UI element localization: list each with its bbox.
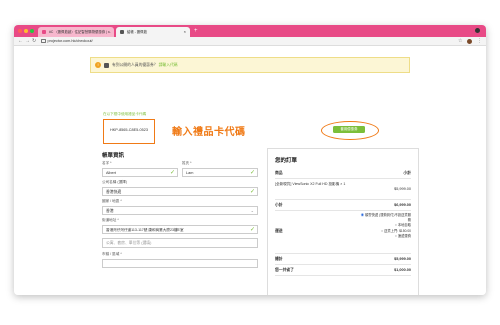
savings-value: $1,000.00 [394, 268, 411, 272]
browser-window: #C 〈蕭佩茹創〉住記智慧購物優惠券 | ... × 結帳 - 蕭佩茹 × + … [14, 25, 486, 295]
tab-checkout[interactable]: 結帳 - 蕭佩茹 × [116, 27, 190, 37]
city-field[interactable] [102, 259, 258, 268]
item-name: [全新現貨] ViewSonic X2 Full HD 投影機 × 1 [275, 182, 346, 186]
divider [275, 275, 411, 276]
enter-code-link[interactable]: 請輸入代碼 [159, 63, 178, 67]
divider [275, 210, 411, 211]
address2-placeholder: 公寓、套房、單位等 (選填) [106, 241, 152, 245]
tab-bar: #C 〈蕭佩茹創〉住記智慧購物優惠券 | ... × 結帳 - 蕭佩茹 × + [14, 25, 486, 37]
profile-menu-icon[interactable] [475, 28, 480, 33]
country-value: 香港 [106, 209, 114, 213]
first-name-label: 名字 * [102, 161, 112, 165]
apply-coupon-button[interactable]: 套用優惠券 [333, 126, 365, 133]
valid-check-icon: ✓ [250, 188, 256, 195]
subtotal-col-header: 小計 [403, 171, 411, 175]
shipping-label: 運送 [275, 229, 283, 233]
url-field[interactable]: projector.com.hk/checkout/ [41, 38, 451, 45]
address-bar-row: ← → ↻ projector.com.hk/checkout/ ☆ ⋮ [14, 37, 486, 46]
coupon-notice: ! 有到公開的人員的優惠券？ 請輸入代碼 [90, 57, 410, 73]
first-name-field[interactable]: Albert [102, 168, 178, 177]
last-name-value: Lam [186, 171, 194, 175]
valid-check-icon: ✓ [250, 169, 256, 176]
total-row: 總計 $5,999.00 [275, 257, 411, 262]
checkout-card: ! 有到公開的人員的優惠券？ 請輸入代碼 在以下框中使用禮品卡代碼 HKP-85… [82, 46, 419, 295]
order-title: 您的訂單 [275, 158, 298, 164]
country-select[interactable]: 香港 ⌄ [102, 206, 258, 215]
chevron-down-icon: ⌄ [250, 208, 254, 213]
divider [275, 178, 411, 179]
coupon-code-input[interactable]: HKP-8565-C8E5-0523 [103, 119, 155, 144]
radio-icon: ○ [381, 228, 384, 233]
savings-row: 您一共省了 $1,000.00 [275, 268, 411, 273]
subtotal-row: 小計 $6,999.00 [275, 203, 411, 208]
address2-field[interactable]: 公寓、套房、單位等 (選填) [102, 238, 258, 248]
menu-icon[interactable]: ⋮ [477, 37, 482, 46]
total-value: $5,999.00 [394, 257, 411, 261]
close-tab-icon[interactable]: × [184, 27, 186, 37]
product-col-header: 商品 [275, 171, 283, 175]
billing-title: 帳單資訊 [102, 153, 125, 159]
shipping-option[interactable]: ○ 速遞運費 [360, 234, 411, 239]
total-label: 總計 [275, 257, 283, 261]
last-name-field[interactable]: Lam [182, 168, 258, 177]
back-icon[interactable]: ← [18, 37, 23, 46]
divider [275, 253, 411, 254]
shipping-option-label: 本地自取 [397, 223, 411, 228]
gift-icon [104, 62, 109, 68]
radio-selected-icon: ◉ [360, 213, 365, 217]
city-label: 市鎮 / 區域 * [102, 252, 122, 256]
coupon-callout: 輸入禮品卡代碼 [172, 127, 246, 138]
company-field[interactable]: 香港快遞 [102, 187, 258, 196]
shipping-option[interactable]: ◉ 順豐快遞 (運費到付)不設送貨服務 [360, 213, 411, 223]
new-tab-button[interactable]: + [194, 25, 198, 37]
radio-icon: ○ [394, 223, 397, 228]
divider [275, 199, 411, 200]
valid-check-icon: ✓ [170, 169, 176, 176]
savings-label: 您一共省了 [275, 268, 294, 272]
url-text: projector.com.hk/checkout/ [47, 39, 93, 43]
company-value: 香港快遞 [106, 190, 122, 194]
info-icon: ! [95, 62, 101, 68]
subtotal-value: $6,999.00 [394, 203, 411, 207]
country-label: 國家 / 地區 * [102, 199, 122, 203]
lock-icon [41, 38, 46, 44]
tab-label: 結帳 - 蕭佩茹 [127, 30, 147, 34]
first-name-value: Albert [106, 171, 116, 175]
tab-label: #C 〈蕭佩茹創〉住記智慧購物優惠券 | ... [49, 30, 111, 34]
address-value: 香港灣仔灣仔道113-117號 康和商業大廈23樓E室 [106, 228, 184, 232]
subtotal-label: 小計 [275, 203, 283, 207]
shipping-options: ◉ 順豐快遞 (運費到付)不設送貨服務 ○ 本地自取 ○ 送貨上門: $150.… [360, 213, 411, 239]
shipping-row: 運送 ◉ 順豐快遞 (運費到付)不設送貨服務 ○ 本地自取 ○ 送貨上門: $1… [275, 213, 411, 251]
reload-icon[interactable]: ↻ [32, 37, 36, 46]
forward-icon[interactable]: → [25, 37, 30, 46]
address-label: 街道地址 * [102, 218, 119, 222]
close-tab-icon[interactable]: × [108, 27, 110, 37]
shipping-option-label: 送貨上門: $150.00 [384, 228, 411, 233]
site-favicon-icon [120, 30, 124, 34]
radio-icon: ○ [394, 233, 397, 238]
order-summary: 您的訂單 商品 小計 [全新現貨] ViewSonic X2 Full HD 投… [267, 148, 419, 295]
valid-check-icon: ✓ [250, 226, 256, 233]
extension-icon[interactable] [467, 39, 472, 44]
maximize-window-icon[interactable] [30, 29, 34, 33]
address-field[interactable]: 香港灣仔灣仔道113-117號 康和商業大廈23樓E室 [102, 225, 258, 234]
item-price: $5,999.00 [394, 187, 411, 191]
close-window-icon[interactable] [18, 29, 22, 33]
bookmark-star-icon[interactable]: ☆ [458, 37, 462, 46]
company-label: 公司名稱 (選擇) [102, 180, 127, 184]
order-header-row: 商品 小計 [275, 171, 411, 176]
shipping-option-label: 順豐快遞 (運費到付)不設送貨服務 [365, 213, 411, 223]
shipping-option-label: 速遞運費 [397, 233, 411, 238]
page-content: ! 有到公開的人員的優惠券？ 請輸入代碼 在以下框中使用禮品卡代碼 HKP-85… [14, 46, 486, 295]
site-favicon-icon [42, 30, 46, 34]
notice-text: 有到公開的人員的優惠券？ [112, 63, 158, 67]
tab-coupon-page[interactable]: #C 〈蕭佩茹創〉住記智慧購物優惠券 | ... × [38, 27, 114, 37]
last-name-label: 姓氏 * [182, 161, 192, 165]
coupon-prompt: 在以下框中使用禮品卡代碼 [103, 112, 147, 116]
divider [275, 264, 411, 265]
order-item-row: [全新現貨] ViewSonic X2 Full HD 投影機 × 1 $5,9… [275, 182, 411, 198]
minimize-window-icon[interactable] [24, 29, 28, 33]
